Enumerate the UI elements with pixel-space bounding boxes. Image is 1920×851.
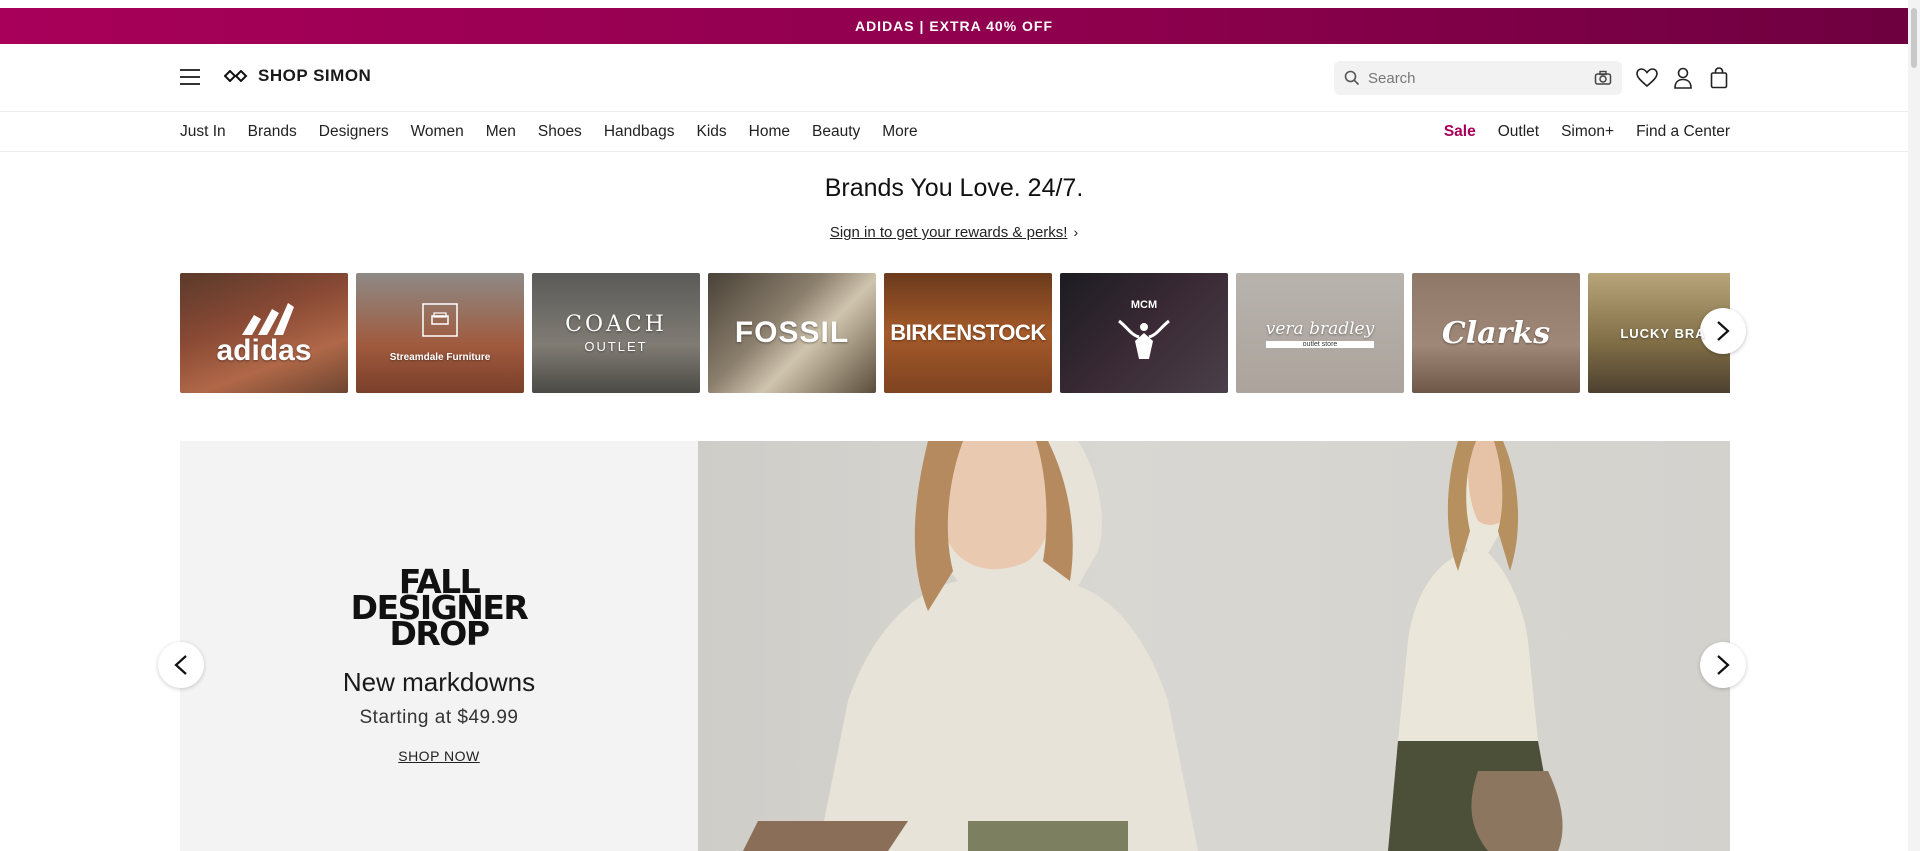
banner-prev-button[interactable] (158, 642, 204, 688)
nav-item-find-a-center[interactable]: Find a Center (1636, 123, 1730, 141)
banner-price: Starting at $49.99 (359, 707, 519, 728)
nav-item-simon-plus[interactable]: Simon+ (1561, 123, 1614, 141)
model-photo-image (743, 441, 1563, 851)
promo-text[interactable]: ADIDAS | EXTRA 40% OFF (855, 18, 1053, 34)
brand-tile-birkenstock[interactable]: BIRKENSTOCK (884, 273, 1052, 393)
banner-cta: SHOP NOW (180, 748, 698, 764)
brand-carousel-next-button[interactable] (1700, 308, 1746, 354)
nav-item-beauty[interactable]: Beauty (812, 123, 860, 141)
main-nav: Just In Brands Designers Women Men Shoes… (0, 112, 1908, 152)
brand-label: LUCKY BRA (1620, 325, 1706, 341)
brand-sub: OUTLET (584, 339, 648, 354)
banner-text-panel: FALL DESIGNER DROP New markdowns Startin… (180, 441, 698, 851)
banner-image[interactable] (698, 441, 1730, 851)
site-header: SHOP SIMON (0, 44, 1908, 112)
brand-tile-vera-bradley[interactable]: vera bradley outlet store (1236, 273, 1404, 393)
brand-label: FOSSIL (734, 316, 850, 349)
nav-item-handbags[interactable]: Handbags (604, 123, 675, 141)
nav-item-outlet[interactable]: Outlet (1498, 123, 1539, 141)
scrollbar-thumb[interactable] (1911, 8, 1917, 68)
adidas-logo-icon (241, 302, 294, 335)
nav-item-brands[interactable]: Brands (248, 123, 297, 141)
chevron-right-icon: › (1073, 224, 1079, 240)
hero-banner[interactable]: FALL DESIGNER DROP New markdowns Startin… (180, 441, 1730, 851)
laurel-logo-icon (1118, 319, 1170, 359)
nav-item-men[interactable]: Men (486, 123, 516, 141)
brand-label: vera bradley (1265, 318, 1375, 339)
chevron-right-icon (1717, 321, 1730, 341)
nav-left: Just In Brands Designers Women Men Shoes… (180, 112, 918, 152)
nav-item-just-in[interactable]: Just In (180, 123, 226, 141)
banner-subhead: New markdowns (342, 667, 536, 697)
brand-tile-adidas[interactable]: adidas (180, 273, 348, 393)
brand-label: BIRKENSTOCK (890, 320, 1046, 345)
brand-tile-coach[interactable]: COACH OUTLET (532, 273, 700, 393)
logo-text: SHOP SIMON (258, 66, 372, 85)
nav-item-designers[interactable]: Designers (319, 123, 389, 141)
banner-headline: FALL DESIGNER DROP (180, 565, 698, 653)
chevron-left-icon (174, 655, 187, 675)
scrollbar[interactable] (1908, 0, 1920, 851)
user-icon[interactable] (1672, 66, 1694, 90)
nav-item-women[interactable]: Women (411, 123, 464, 141)
brand-tile-mcm[interactable]: MCM (1060, 273, 1228, 393)
bag-icon[interactable] (1708, 66, 1730, 90)
headline-line: DROP (389, 614, 490, 653)
brand-label: adidas (216, 333, 312, 367)
brand-carousel: adidas Streamdale Furniture COACH OUTLET… (180, 273, 1730, 393)
signin-link[interactable]: Sign in to get your rewards & perks! (830, 224, 1068, 241)
nav-item-home[interactable]: Home (749, 123, 790, 141)
search-bar[interactable] (1334, 61, 1622, 95)
heart-icon[interactable] (1636, 66, 1658, 90)
camera-icon[interactable] (1594, 70, 1612, 86)
promo-banner[interactable]: ADIDAS | EXTRA 40% OFF (0, 8, 1908, 44)
logo[interactable]: SHOP SIMON (224, 66, 371, 86)
logo-mark-icon (224, 70, 248, 82)
top-strip (0, 0, 1920, 8)
search-input[interactable] (1368, 69, 1594, 87)
brand-label: MCM (1130, 298, 1158, 311)
hero-title: Brands You Love. 24/7. (824, 174, 1084, 202)
nav-item-kids[interactable]: Kids (696, 123, 726, 141)
brand-label: Clarks (1441, 315, 1551, 351)
nav-right: Sale Outlet Simon+ Find a Center (1444, 112, 1730, 152)
nav-item-shoes[interactable]: Shoes (538, 123, 582, 141)
brand-label: Streamdale Furniture (389, 352, 491, 363)
chevron-right-icon (1717, 655, 1730, 675)
banner-next-button[interactable] (1700, 642, 1746, 688)
signin-promo: Sign in to get your rewards & perks! › (0, 224, 1908, 241)
nav-item-sale[interactable]: Sale (1444, 123, 1476, 141)
search-icon (1344, 70, 1360, 86)
menu-icon[interactable] (180, 69, 200, 85)
brand-sub: outlet store (1265, 340, 1375, 348)
header-icons (1636, 66, 1730, 90)
brand-tile-clarks[interactable]: Clarks (1412, 273, 1580, 393)
shop-now-link[interactable]: SHOP NOW (398, 748, 480, 764)
brand-tile-fossil[interactable]: FOSSIL (708, 273, 876, 393)
bed-logo-icon (422, 303, 458, 337)
nav-item-more[interactable]: More (882, 123, 917, 141)
brand-tile-streamdale[interactable]: Streamdale Furniture (356, 273, 524, 393)
brand-label: COACH (565, 312, 667, 337)
